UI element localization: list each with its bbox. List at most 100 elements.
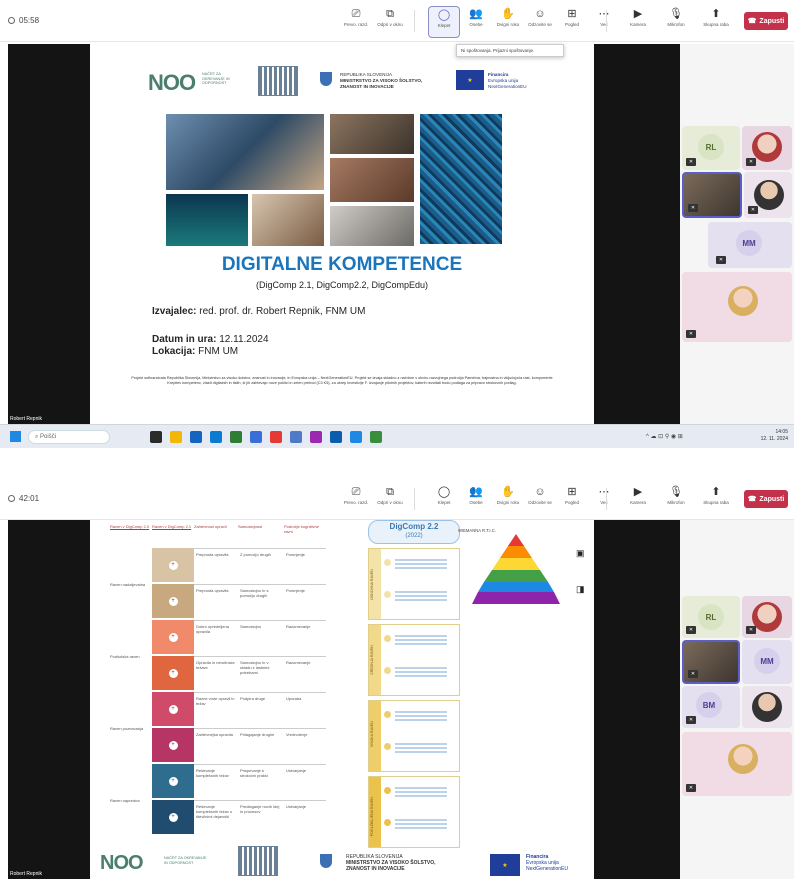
table-group-label: Podšolska raven [110, 654, 140, 659]
level-icon: + [168, 740, 178, 750]
slovenia-coat-of-arms-icon [320, 72, 332, 86]
toolbar-button-share[interactable]: ⬆ Skupna raba [700, 484, 732, 516]
digcomp-title: DigComp 2.2 [389, 522, 439, 531]
toolbar-button-screen[interactable]: ⎚ Prevo. razd. [340, 6, 372, 38]
taskbar-app-icon[interactable] [210, 431, 222, 443]
participants-gallery: RL ✕ ✕ ✕ ✕ MM ✕ ✕ [680, 44, 794, 424]
toolbar-button-popout[interactable]: ⧉ Odpri v oknu [374, 6, 406, 38]
taskbar-app-icon[interactable] [350, 431, 362, 443]
toolbar-button-mic[interactable]: 🎙 Mikrofon [660, 484, 692, 516]
level-bullet-icon [384, 591, 391, 598]
noo-logo-subtitle: NAČRT ZA OKREVANJE IN ODPORNOST [202, 72, 230, 85]
table-cell: Reševanje kompleksnih težav [196, 768, 229, 778]
digcomp-level-section: OSNOVNA RAVEN [368, 548, 460, 620]
table-cell: Pomnjenje [286, 588, 305, 593]
competence-level-band: + [152, 800, 194, 834]
meeting-screenshot-1: 05:58 ⎚ Prevo. razd. ⧉ Odpri v oknu ◯ Klepet 👥… [0, 0, 794, 448]
meeting-toolbar: 42:01 ⎚ Prevo. razd. ⧉ Odpri v oknu ◯ Klepet 👥… [0, 478, 794, 520]
participant-tile[interactable]: ✕ [742, 596, 792, 638]
level-side-bar: VISOKA RAVEN [369, 701, 381, 771]
toolbar-button-chat[interactable]: ◯ Klepet [428, 484, 460, 516]
competence-level-band: + [152, 548, 194, 582]
toolbar-button-label: Pogled [564, 500, 579, 505]
taskbar-app-icon[interactable] [290, 431, 302, 443]
toolbar-button-label: Prevo. razd. [343, 22, 369, 27]
toolbar-button-view[interactable]: ⊞ Pogled [556, 484, 588, 516]
taskbar-app-icon[interactable] [370, 431, 382, 443]
level-icon: + [168, 776, 178, 786]
toolbar-button-camera[interactable]: ▶ Kamera [622, 484, 654, 516]
date-value: 12.11.2024 [219, 334, 269, 345]
slovenia-coat-of-arms-icon [320, 854, 332, 868]
toolbar-button-more[interactable]: ⋯ Več [588, 6, 620, 38]
taskbar-app-icon[interactable] [170, 431, 182, 443]
meeting-toolbar: 05:58 ⎚ Prevo. razd. ⧉ Odpri v oknu ◯ Klepet 👥… [0, 0, 794, 42]
ministry-line-3: ZNANOST IN INOVACIJE [346, 866, 405, 872]
toolbar-button-camera[interactable]: ▶ Kamera [622, 6, 654, 38]
participant-tile[interactable]: ✕ [742, 126, 792, 170]
phone-icon: ☎ [747, 18, 757, 25]
participant-tile[interactable] [742, 686, 792, 728]
participant-video-tile[interactable]: ✕ [682, 172, 742, 218]
table-cell: Razumevanje [286, 624, 311, 629]
mic-icon: 🎙 [669, 486, 683, 498]
table-cell: Zahtevnejša opravila [196, 732, 233, 737]
toolbar-button-popout[interactable]: ⧉ Odpri v oknu [374, 484, 406, 516]
share-icon: ⬆ [711, 486, 721, 498]
taskbar-search[interactable]: ⌕ Poišči [28, 430, 110, 444]
toolbar-button-more[interactable]: ⋯ Več [588, 484, 620, 516]
leave-button[interactable]: ☎ Zapusti [744, 490, 788, 508]
leave-button[interactable]: ☎ Zapusti [744, 12, 788, 30]
participant-tile[interactable]: RL ✕ [682, 126, 740, 170]
participant-tile[interactable]: RL ✕ [682, 596, 740, 638]
table-header: Področje kognitivne ravni [284, 524, 319, 534]
table-cell: Samostojno in s pomočjo drugih [240, 588, 269, 598]
participant-tile[interactable]: ✕ [682, 272, 792, 342]
level-bullet-icon [384, 711, 391, 718]
table-cell: Samostojno [240, 624, 262, 629]
level-description-lines [395, 819, 447, 821]
mic-off-icon: ✕ [688, 204, 698, 212]
toolbar-button-hand[interactable]: ✋ Dvigni roko [492, 484, 524, 516]
participant-tile[interactable]: ✕ [744, 172, 792, 218]
taskbar-app-icon[interactable] [330, 431, 342, 443]
tooltip: Ni spoštovanja. Prijazni spoštovanje. [456, 44, 564, 57]
taskbar-app-icon[interactable] [190, 431, 202, 443]
participant-tile[interactable]: MM ✕ [708, 222, 792, 268]
windows-start-icon[interactable] [10, 431, 21, 442]
participant-avatar [728, 286, 758, 316]
toolbar-button-react[interactable]: ☺ Odzovite se [524, 484, 556, 516]
taskbar-app-icon[interactable] [310, 431, 322, 443]
collage-image-person [330, 114, 414, 154]
toolbar-button-people[interactable]: 👥 Osebe [460, 484, 492, 516]
slide-footer: Projekt sofinancirata Republika Slovenij… [131, 376, 553, 385]
taskbar-app-icon[interactable] [150, 431, 162, 443]
participant-tile[interactable]: MM [742, 640, 792, 684]
toolbar-button-hand[interactable]: ✋ Dvigni roko [492, 6, 524, 38]
toolbar-button-react[interactable]: ☺ Odzovite se [524, 6, 556, 38]
toolbar-button-screen[interactable]: ⎚ Prevo. razd. [340, 484, 372, 516]
toolbar-button-view[interactable]: ⊞ Pogled [556, 6, 588, 38]
level-bullet-icon [384, 635, 391, 642]
participant-tile[interactable]: BM ✕ [682, 686, 740, 728]
people-icon: 👥 [469, 8, 483, 20]
taskbar-clock[interactable]: 14:05 12. 11. 2024 [761, 429, 788, 443]
toolbar-button-people[interactable]: 👥 Osebe [460, 6, 492, 38]
lecturer-name: red. prof. dr. Robert Repnik, FNM UM [199, 306, 366, 317]
toolbar-button-mic[interactable]: 🎙 Mikrofon [660, 6, 692, 38]
taskbar-app-icon[interactable] [270, 431, 282, 443]
mic-off-icon: ✕ [686, 158, 696, 166]
toolbar-button-chat[interactable]: ◯ Klepet [428, 6, 460, 38]
participant-tile[interactable]: ✕ [682, 732, 792, 796]
chat-icon: ◯ [437, 486, 451, 498]
toolbar-button-share[interactable]: ⬆ Skupna raba [700, 6, 732, 38]
toolbar-button-label: Kamera [630, 500, 646, 505]
toolbar-button-label: Odzovite se [528, 22, 552, 27]
taskbar-app-icon[interactable] [250, 431, 262, 443]
presenter-name: Robert Repnik [10, 416, 42, 422]
participant-video-tile[interactable]: ✕ [682, 640, 740, 684]
taskbar-app-icon[interactable] [230, 431, 242, 443]
screen-icon: ⎚ [351, 486, 361, 498]
eu-flag-icon: ★ [490, 854, 520, 876]
participant-avatar [752, 602, 782, 632]
